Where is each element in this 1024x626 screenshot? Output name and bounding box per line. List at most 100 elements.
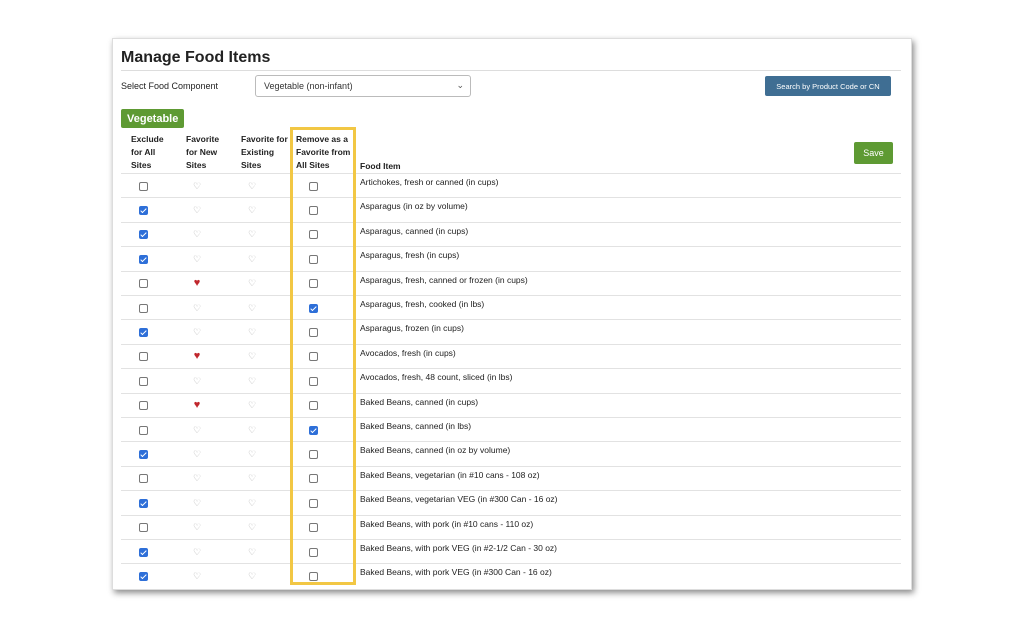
exclude-all-sites-checkbox[interactable] bbox=[138, 571, 148, 581]
favorite-new-sites-cell: ♡ bbox=[185, 516, 209, 540]
exclude-all-sites-cell bbox=[131, 540, 155, 564]
heart-icon[interactable]: ♡ bbox=[193, 498, 201, 508]
heart-icon[interactable]: ♡ bbox=[248, 571, 256, 581]
exclude-all-sites-cell bbox=[131, 467, 155, 491]
table-row: ♡ ♡ Baked Beans, vegetarian (in #10 cans -… bbox=[121, 465, 901, 491]
heart-icon[interactable]: ♡ bbox=[193, 547, 201, 557]
exclude-all-sites-checkbox[interactable] bbox=[138, 254, 148, 264]
remove-favorite-checkbox[interactable] bbox=[308, 327, 318, 337]
remove-favorite-checkbox[interactable] bbox=[308, 205, 318, 215]
exclude-all-sites-checkbox[interactable] bbox=[138, 498, 148, 508]
remove-favorite-checkbox[interactable] bbox=[308, 181, 318, 191]
exclude-all-sites-checkbox[interactable] bbox=[138, 376, 148, 386]
remove-favorite-checkbox[interactable] bbox=[308, 254, 318, 264]
remove-favorite-cell bbox=[301, 223, 325, 247]
remove-favorite-checkbox[interactable] bbox=[308, 547, 318, 557]
heart-icon[interactable]: ♡ bbox=[248, 449, 256, 459]
heart-icon[interactable]: ♡ bbox=[248, 547, 256, 557]
exclude-all-sites-checkbox[interactable] bbox=[138, 205, 148, 215]
heart-icon[interactable]: ♡ bbox=[248, 401, 256, 410]
heart-icon[interactable]: ♡ bbox=[193, 523, 201, 532]
heart-icon[interactable]: ♡ bbox=[193, 254, 201, 264]
heart-icon[interactable]: ♡ bbox=[193, 303, 201, 313]
heart-icon[interactable]: ♡ bbox=[193, 205, 201, 215]
table-row: ♡ ♡ Asparagus (in oz by volume) bbox=[121, 197, 901, 222]
favorite-new-sites-cell: ♥ bbox=[185, 394, 209, 418]
heart-icon[interactable]: ♡ bbox=[193, 474, 201, 483]
table-row: ♡ ♡ Baked Beans, vegetarian VEG (in #300 C… bbox=[121, 490, 901, 515]
remove-favorite-checkbox[interactable] bbox=[308, 230, 318, 240]
favorite-existing-sites-cell: ♡ bbox=[240, 516, 264, 540]
heart-icon[interactable]: ♥ bbox=[194, 278, 201, 289]
remove-favorite-checkbox[interactable] bbox=[308, 303, 318, 313]
remove-favorite-checkbox[interactable] bbox=[308, 571, 318, 581]
food-item-name: Asparagus, fresh (in cups) bbox=[360, 250, 460, 261]
heart-icon[interactable]: ♡ bbox=[248, 230, 256, 239]
search-by-product-code-button[interactable]: Search by Product Code or CN bbox=[765, 76, 891, 96]
remove-favorite-checkbox[interactable] bbox=[308, 498, 318, 508]
favorite-existing-sites-cell: ♡ bbox=[240, 467, 264, 491]
food-item-name: Baked Beans, canned (in oz by volume) bbox=[360, 445, 511, 456]
exclude-all-sites-checkbox[interactable] bbox=[138, 279, 148, 289]
exclude-all-sites-checkbox[interactable] bbox=[138, 327, 148, 337]
heart-icon[interactable]: ♡ bbox=[248, 523, 256, 532]
remove-favorite-checkbox[interactable] bbox=[308, 279, 318, 289]
food-item-name: Baked Beans, vegetarian VEG (in #300 Can… bbox=[360, 494, 558, 505]
food-component-select[interactable]: Vegetable (non-infant) ⌄ bbox=[255, 75, 471, 97]
header-exclude-all-sites: Exclude for All Sites bbox=[131, 134, 164, 170]
heart-icon[interactable]: ♡ bbox=[248, 498, 256, 508]
favorite-new-sites-cell: ♡ bbox=[185, 369, 209, 393]
heart-icon[interactable]: ♡ bbox=[248, 376, 256, 386]
remove-favorite-checkbox[interactable] bbox=[308, 425, 318, 435]
remove-favorite-checkbox[interactable] bbox=[308, 523, 318, 533]
exclude-all-sites-checkbox[interactable] bbox=[138, 352, 148, 362]
exclude-all-sites-checkbox[interactable] bbox=[138, 474, 148, 484]
exclude-all-sites-cell bbox=[131, 247, 155, 271]
heart-icon[interactable]: ♡ bbox=[193, 425, 201, 435]
favorite-new-sites-cell: ♡ bbox=[185, 491, 209, 515]
exclude-all-sites-checkbox[interactable] bbox=[138, 401, 148, 411]
heart-icon[interactable]: ♡ bbox=[193, 449, 201, 459]
heart-icon[interactable]: ♡ bbox=[248, 352, 256, 361]
heart-icon[interactable]: ♥ bbox=[194, 351, 201, 362]
chevron-down-icon: ⌄ bbox=[456, 80, 464, 90]
save-button[interactable]: Save bbox=[854, 142, 893, 164]
heart-icon[interactable]: ♡ bbox=[248, 303, 256, 313]
exclude-all-sites-checkbox[interactable] bbox=[138, 425, 148, 435]
heart-icon[interactable]: ♡ bbox=[193, 181, 201, 191]
remove-favorite-checkbox[interactable] bbox=[308, 401, 318, 411]
heart-icon[interactable]: ♡ bbox=[248, 254, 256, 264]
heart-icon[interactable]: ♡ bbox=[248, 181, 256, 191]
food-item-name: Baked Beans, with pork VEG (in #300 Can … bbox=[360, 567, 552, 578]
exclude-all-sites-checkbox[interactable] bbox=[138, 303, 148, 313]
exclude-all-sites-checkbox[interactable] bbox=[138, 449, 148, 459]
exclude-all-sites-checkbox[interactable] bbox=[138, 181, 148, 191]
exclude-all-sites-checkbox[interactable] bbox=[138, 230, 148, 240]
remove-favorite-checkbox[interactable] bbox=[308, 449, 318, 459]
table-row: ♡ ♡ Artichokes, fresh or canned (in cups) bbox=[121, 173, 901, 198]
exclude-all-sites-checkbox[interactable] bbox=[138, 547, 148, 557]
remove-favorite-checkbox[interactable] bbox=[308, 474, 318, 484]
favorite-existing-sites-cell: ♡ bbox=[240, 247, 264, 271]
header-food-item: Food Item bbox=[360, 161, 401, 171]
food-item-name: Avocados, fresh, 48 count, sliced (in lb… bbox=[360, 372, 513, 383]
exclude-all-sites-checkbox[interactable] bbox=[138, 523, 148, 533]
heart-icon[interactable]: ♡ bbox=[248, 474, 256, 483]
heart-icon[interactable]: ♡ bbox=[248, 425, 256, 435]
favorite-new-sites-cell: ♡ bbox=[185, 247, 209, 271]
exclude-all-sites-cell bbox=[131, 442, 155, 466]
remove-favorite-checkbox[interactable] bbox=[308, 352, 318, 362]
heart-icon[interactable]: ♡ bbox=[193, 230, 201, 239]
heart-icon[interactable]: ♡ bbox=[248, 279, 256, 288]
heart-icon[interactable]: ♡ bbox=[193, 376, 201, 386]
remove-favorite-checkbox[interactable] bbox=[308, 376, 318, 386]
heart-icon[interactable]: ♡ bbox=[248, 205, 256, 215]
exclude-all-sites-cell bbox=[131, 418, 155, 442]
heart-icon[interactable]: ♡ bbox=[193, 327, 201, 337]
food-item-name: Asparagus (in oz by volume) bbox=[360, 201, 468, 212]
heart-icon[interactable]: ♥ bbox=[194, 400, 201, 411]
category-badge: Vegetable bbox=[121, 109, 185, 128]
heart-icon[interactable]: ♡ bbox=[193, 571, 201, 581]
manage-food-items-panel: Manage Food Items Select Food Component … bbox=[112, 38, 912, 590]
heart-icon[interactable]: ♡ bbox=[248, 327, 256, 337]
